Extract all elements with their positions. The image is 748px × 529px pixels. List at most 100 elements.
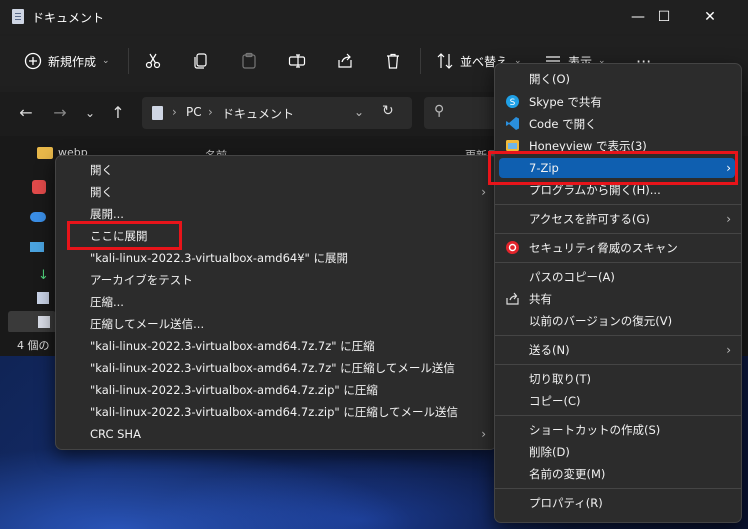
menu-item-label: コピー(C) <box>529 394 581 408</box>
path-folder[interactable]: ドキュメント <box>222 105 294 122</box>
menu-item-test-archive[interactable]: アーカイブをテスト <box>56 269 496 291</box>
copy-button[interactable] <box>192 50 210 72</box>
menu-item-cut[interactable]: 切り取り(T) <box>495 368 741 390</box>
menu-item-label: ショートカットの作成(S) <box>529 423 661 437</box>
refresh-icon[interactable]: ↻ <box>382 103 394 119</box>
path-chevron-icon: › <box>208 105 213 119</box>
menu-item-label: 圧縮してメール送信... <box>90 317 205 331</box>
menu-item-label: "kali-linux-2022.3-virtualbox-amd64¥" に展… <box>90 251 348 265</box>
menu-item-label: プロパティ(R) <box>529 496 603 510</box>
menu-item-compress-7z[interactable]: "kali-linux-2022.3-virtualbox-amd64.7z.7… <box>56 335 496 357</box>
plus-circle-icon <box>24 52 42 70</box>
share-icon <box>338 53 352 68</box>
share-icon <box>506 292 519 305</box>
menu-item-compress-7z-email[interactable]: "kali-linux-2022.3-virtualbox-amd64.7z.7… <box>56 357 496 379</box>
menu-item-compress-zip[interactable]: "kali-linux-2022.3-virtualbox-amd64.7z.z… <box>56 379 496 401</box>
address-path[interactable]: › PC › ドキュメント ⌄ ↻ <box>142 97 412 129</box>
menu-item-label: セキュリティ脅威のスキャン <box>529 241 678 255</box>
menu-item-label: "kali-linux-2022.3-virtualbox-amd64.7z.7… <box>90 361 455 375</box>
menu-item-open[interactable]: 開く <box>56 159 496 181</box>
chevron-down-icon[interactable]: ⌄ <box>354 105 364 119</box>
menu-divider <box>495 204 741 205</box>
document-folder-icon <box>12 9 24 24</box>
menu-item-label: 圧縮... <box>90 295 124 309</box>
paste-button[interactable] <box>240 50 258 72</box>
recent-chevron-icon[interactable]: ⌄ <box>80 103 100 123</box>
file-icon <box>37 292 49 304</box>
menu-item-open-submenu[interactable]: 開く › <box>56 181 496 203</box>
clipboard-icon <box>242 52 256 69</box>
title-bar: ドキュメント — ☐ ✕ <box>0 0 748 34</box>
window-title: ドキュメント <box>32 11 105 25</box>
menu-item-crc-sha[interactable]: CRC SHA › <box>56 423 496 445</box>
menu-item-compress-email[interactable]: 圧縮してメール送信... <box>56 313 496 335</box>
trash-icon <box>387 53 399 69</box>
menu-item-label: 名前の変更(M) <box>529 467 606 481</box>
menu-item-label: 送る(N) <box>529 343 570 357</box>
menu-item-label: 以前のバージョンの復元(V) <box>529 314 673 328</box>
menu-item-open-with-code[interactable]: Code で開く <box>495 113 741 135</box>
menu-divider <box>495 364 741 365</box>
menu-item-copy-path[interactable]: パスのコピー(A) <box>495 266 741 288</box>
menu-divider <box>495 233 741 234</box>
search-input[interactable]: ⚲ <box>424 97 504 129</box>
menu-divider <box>495 262 741 263</box>
path-chevron-icon: › <box>172 105 177 119</box>
menu-item-open[interactable]: 開く(O) <box>495 68 741 90</box>
menu-item-give-access[interactable]: アクセスを許可する(G) › <box>495 208 741 230</box>
cut-button[interactable] <box>144 50 162 72</box>
path-pc[interactable]: PC <box>186 105 202 119</box>
sort-arrows-icon <box>437 53 453 69</box>
menu-item-rename[interactable]: 名前の変更(M) <box>495 463 741 485</box>
menu-divider <box>495 488 741 489</box>
app-icon <box>32 180 46 194</box>
chevron-right-icon: › <box>726 212 731 226</box>
maximize-button[interactable]: ☐ <box>644 4 684 30</box>
new-button-label: 新規作成 <box>48 54 97 69</box>
menu-item-label: アーカイブをテスト <box>90 273 193 287</box>
menu-item-send-to[interactable]: 送る(N) › <box>495 339 741 361</box>
menu-item-compress-zip-email[interactable]: "kali-linux-2022.3-virtualbox-amd64.7z.z… <box>56 401 496 423</box>
menu-item-create-shortcut[interactable]: ショートカットの作成(S) <box>495 419 741 441</box>
menu-item-skype-share[interactable]: S Skype で共有 <box>495 91 741 113</box>
menu-item-extract-to-folder[interactable]: "kali-linux-2022.3-virtualbox-amd64¥" に展… <box>56 247 496 269</box>
svg-text:S: S <box>510 98 516 108</box>
menu-item-label: 共有 <box>529 292 552 306</box>
search-icon: ⚲ <box>434 103 445 119</box>
selected-file-row[interactable] <box>8 311 56 333</box>
menu-item-copy[interactable]: コピー(C) <box>495 390 741 412</box>
share-button[interactable] <box>336 50 354 72</box>
menu-item-label: Code で開く <box>529 117 597 131</box>
menu-item-label: 開く <box>90 185 113 199</box>
chevron-right-icon: › <box>481 185 486 199</box>
menu-item-restore-versions[interactable]: 以前のバージョンの復元(V) <box>495 310 741 332</box>
menu-item-label: 展開... <box>90 207 124 221</box>
up-arrow-icon[interactable]: ↑ <box>108 103 128 123</box>
menu-item-security-scan[interactable]: セキュリティ脅威のスキャン <box>495 237 741 259</box>
sevenzip-submenu: 開く 開く › 展開... ここに展開 "kali-linux-2022.3-vi… <box>55 155 497 450</box>
annotation-box-extract-here <box>67 221 182 250</box>
menu-item-compress[interactable]: 圧縮... <box>56 291 496 313</box>
back-arrow-icon[interactable]: ← <box>16 103 36 123</box>
menu-divider <box>495 415 741 416</box>
menu-item-label: 開く(O) <box>529 72 571 86</box>
menu-item-share[interactable]: 共有 <box>495 288 741 310</box>
chevron-down-icon: ⌄ <box>102 56 110 66</box>
menu-item-label: "kali-linux-2022.3-virtualbox-amd64.7z.z… <box>90 405 459 419</box>
menu-item-label: アクセスを許可する(G) <box>529 212 650 226</box>
close-button[interactable]: ✕ <box>690 4 730 30</box>
folder-icon <box>37 147 53 159</box>
rename-button[interactable] <box>288 50 306 72</box>
menu-item-label: パスのコピー(A) <box>529 270 615 284</box>
menu-item-delete[interactable]: 削除(D) <box>495 441 741 463</box>
forward-arrow-icon[interactable]: → <box>50 103 70 123</box>
skype-icon: S <box>506 95 519 108</box>
menu-item-label: "kali-linux-2022.3-virtualbox-amd64.7z.7… <box>90 339 375 353</box>
delete-button[interactable] <box>384 50 402 72</box>
menu-item-label: 削除(D) <box>529 445 570 459</box>
menu-item-label: 切り取り(T) <box>529 372 591 386</box>
new-button[interactable]: 新規作成 ⌄ <box>24 50 110 72</box>
menu-item-properties[interactable]: プロパティ(R) <box>495 492 741 514</box>
annotation-box-7zip <box>488 151 738 185</box>
status-item-count: 4 個の <box>17 339 50 352</box>
